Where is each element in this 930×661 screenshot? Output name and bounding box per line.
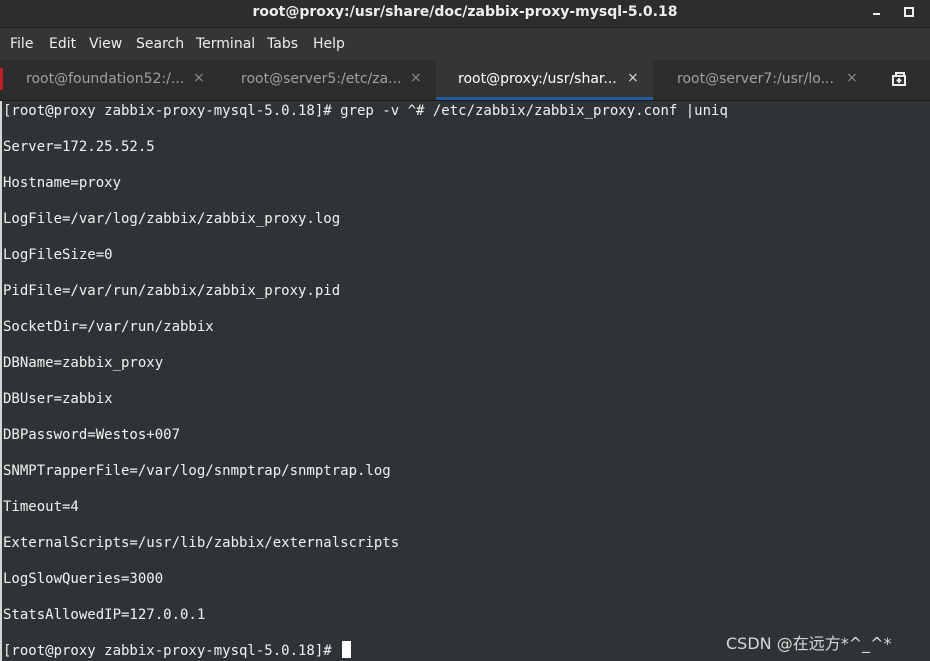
menu-tabs[interactable]: Tabs (267, 28, 298, 60)
output-line: LogFile=/var/log/zabbix/zabbix_proxy.log (3, 211, 341, 227)
prompt-text: [root@proxy zabbix-proxy-mysql-5.0.18]# (3, 643, 341, 659)
active-tab-indicator (436, 97, 653, 100)
output-line: StatsAllowedIP=127.0.0.1 (3, 607, 206, 623)
menu-edit[interactable]: Edit (49, 28, 76, 60)
tab-foundation52[interactable]: root@foundation52:/... × (0, 60, 218, 100)
tab-server7[interactable]: root@server7:/usr/lo... × (653, 60, 871, 100)
output-line: Hostname=proxy (3, 175, 122, 191)
close-icon[interactable]: × (193, 60, 205, 98)
output-line: SNMPTrapperFile=/var/log/snmptrap/snmptr… (3, 463, 391, 479)
new-tab-icon[interactable] (890, 70, 910, 90)
new-tab-icon-graphic (892, 72, 906, 86)
output-line: LogSlowQueries=3000 (3, 571, 164, 587)
tab-label: root@proxy:/usr/shar... (458, 71, 617, 87)
close-icon[interactable]: × (627, 60, 639, 98)
output-line: Timeout=4 (3, 499, 79, 515)
output-line: DBUser=zabbix (3, 391, 113, 407)
output-line: Server=172.25.52.5 (3, 139, 155, 155)
menu-file[interactable]: File (10, 28, 33, 60)
menu-view[interactable]: View (89, 28, 122, 60)
title-bar[interactable]: root@proxy:/usr/share/doc/zabbix-proxy-m… (0, 0, 930, 28)
output-line: DBName=zabbix_proxy (3, 355, 164, 371)
output-line: PidFile=/var/run/zabbix/zabbix_proxy.pid (3, 283, 341, 299)
menu-search[interactable]: Search (136, 28, 184, 60)
close-icon[interactable]: × (846, 60, 858, 98)
close-icon[interactable]: × (410, 60, 422, 98)
output-line: LogFileSize=0 (3, 247, 113, 263)
prompt-line: [root@proxy zabbix-proxy-mysql-5.0.18]# (3, 641, 352, 661)
watermark: CSDN @在远方*^_^* (726, 634, 892, 653)
maximize-icon[interactable] (899, 0, 919, 24)
output-line: ExternalScripts=/usr/lib/zabbix/external… (3, 535, 400, 551)
tab-label: root@server5:/etc/za... (241, 71, 402, 87)
menu-help[interactable]: Help (313, 28, 345, 60)
tab-bar: root@foundation52:/... × root@server5:/e… (0, 60, 930, 101)
menu-bar: File Edit View Search Terminal Tabs Help (0, 28, 930, 60)
tab-label: root@server7:/usr/lo... (677, 71, 834, 87)
tab-server5[interactable]: root@server5:/etc/za... × (218, 60, 436, 100)
tab-proxy[interactable]: root@proxy:/usr/shar... × (436, 60, 653, 100)
window-title: root@proxy:/usr/share/doc/zabbix-proxy-m… (252, 4, 678, 20)
minimize-icon[interactable] (867, 0, 887, 24)
terminal-view[interactable]: [root@proxy zabbix-proxy-mysql-5.0.18]# … (0, 101, 930, 661)
menu-terminal[interactable]: Terminal (196, 28, 255, 60)
output-line: DBPassword=Westos+007 (3, 427, 181, 443)
tab-label: root@foundation52:/... (26, 71, 185, 87)
text-cursor (342, 641, 352, 658)
terminal-window: root@proxy:/usr/share/doc/zabbix-proxy-m… (0, 0, 930, 661)
command-line: [root@proxy zabbix-proxy-mysql-5.0.18]# … (3, 103, 728, 119)
left-edge (0, 101, 2, 661)
output-line: SocketDir=/var/run/zabbix (3, 319, 214, 335)
